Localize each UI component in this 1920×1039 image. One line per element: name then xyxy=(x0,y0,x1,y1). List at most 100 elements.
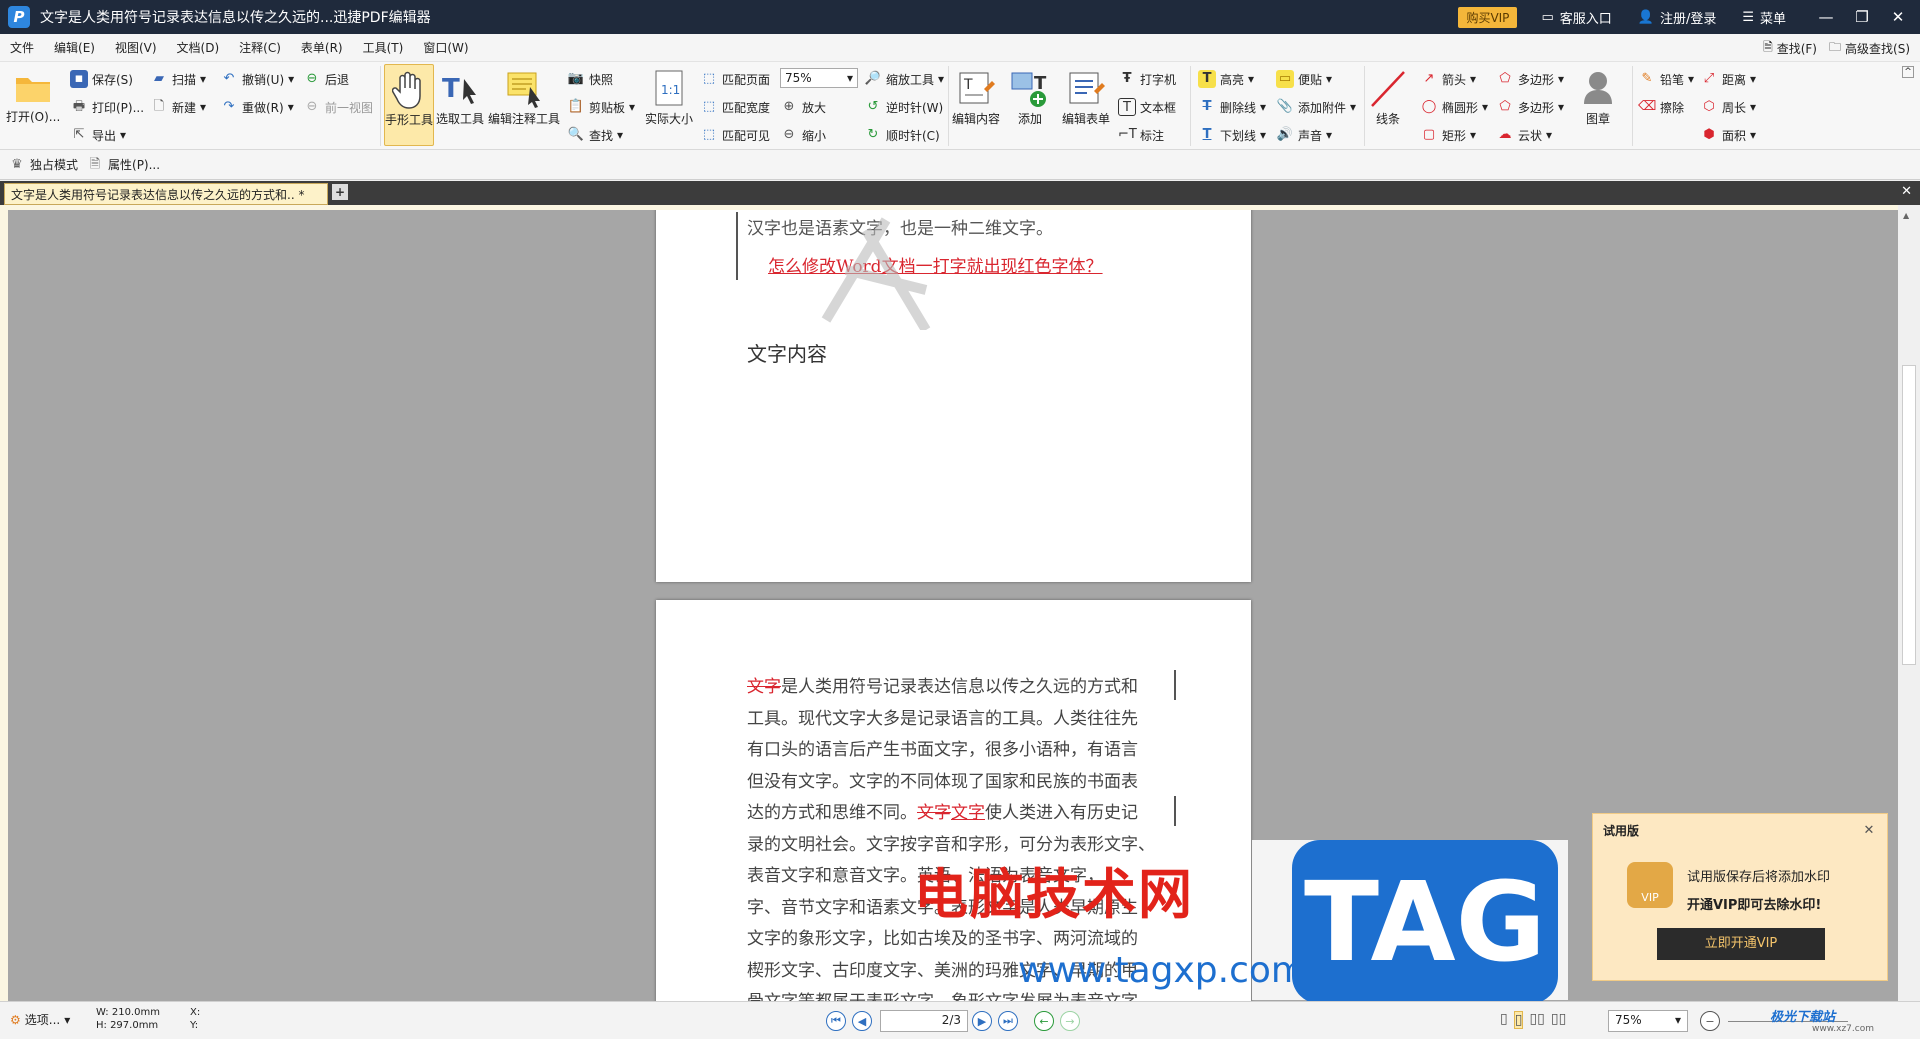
ellipse-tool-button[interactable]: ◯ 椭圆形 ▾ xyxy=(1420,98,1488,116)
add-content-icon: T xyxy=(1010,68,1050,110)
first-page-button[interactable]: ⏮ xyxy=(826,1011,846,1031)
advanced-find-button[interactable]: 🗀 高级查找(S) xyxy=(1829,38,1910,59)
new-button[interactable]: 🗋 新建 ▾ xyxy=(150,98,206,116)
fit-page-button[interactable]: ⬚ 匹配页面 xyxy=(700,70,770,88)
customer-service-link[interactable]: ▭ 客服入口 xyxy=(1541,8,1611,27)
strikeout-icon: T xyxy=(1202,99,1212,114)
export-button[interactable]: ⇱ 导出 ▾ xyxy=(70,126,127,144)
go-forward-button[interactable]: → xyxy=(1060,1011,1080,1031)
exclusive-mode-button[interactable]: ♛ 独占模式 xyxy=(8,156,78,174)
go-back-button[interactable]: ← xyxy=(1034,1011,1054,1031)
properties-icon: 🗎 xyxy=(89,156,101,172)
sticky-note-icon: ▭ xyxy=(1276,70,1294,88)
distance-button[interactable]: ⤢ 距离 ▾ xyxy=(1700,70,1756,88)
edit-form-button[interactable]: 编辑表单 xyxy=(1062,64,1110,127)
login-link[interactable]: 👤 注册/登录 xyxy=(1638,8,1717,27)
menu-form[interactable]: 表单(R) xyxy=(291,39,353,56)
rotate-ccw-button[interactable]: ↺ 逆时针(W) xyxy=(864,98,944,116)
facing-pages-icon[interactable]: ▯▯ xyxy=(1529,1011,1544,1029)
highlight-button[interactable]: T 高亮 ▾ xyxy=(1198,70,1254,88)
actual-size-button[interactable]: 1:1 实际大小 xyxy=(645,64,693,127)
open-vip-button[interactable]: 立即开通VIP xyxy=(1657,928,1825,960)
zoom-tool-button[interactable]: 🔎 缩放工具 ▾ xyxy=(864,70,944,88)
title-bar: P 文字是人类用符号记录表达信息以传之久远的...迅捷PDF编辑器 购买VIP … xyxy=(0,0,1920,34)
clipboard-button[interactable]: 📋 剪贴板 ▾ xyxy=(567,98,635,116)
cloud-tool-button[interactable]: ☁ 云状 ▾ xyxy=(1496,126,1553,144)
close-button[interactable]: ✕ xyxy=(1884,8,1912,26)
document-tab[interactable]: 文字是人类用符号记录表达信息以传之久远的方式和.. * xyxy=(4,183,328,205)
prev-page-button[interactable]: ◀ xyxy=(852,1011,872,1031)
arrow-tool-button[interactable]: ↗ 箭头 ▾ xyxy=(1420,70,1477,88)
fit-visible-button[interactable]: ⬚ 匹配可见 xyxy=(700,126,770,144)
maximize-button[interactable]: ❐ xyxy=(1848,8,1876,26)
scan-button[interactable]: ▰ 扫描 ▾ xyxy=(150,70,206,88)
save-button[interactable]: ▪ 保存(S) xyxy=(70,70,133,88)
buy-vip-button[interactable]: 购买VIP xyxy=(1458,6,1518,28)
page-number-input[interactable]: 2/3 xyxy=(880,1010,968,1032)
continuous-page-icon[interactable]: ▯ xyxy=(1513,1011,1524,1029)
rectangle-tool-button[interactable]: ▢ 矩形 ▾ xyxy=(1420,126,1476,144)
ribbon-collapse-button[interactable]: ^ xyxy=(1902,66,1914,78)
properties-button[interactable]: 🗎 属性(P)... xyxy=(86,156,160,174)
add-button[interactable]: T 添加 xyxy=(1010,64,1050,127)
zoom-select[interactable]: 75% ▾ xyxy=(780,68,858,88)
snapshot-button[interactable]: 📷 快照 xyxy=(567,70,613,88)
fit-width-button[interactable]: ⬚ 匹配宽度 xyxy=(700,98,770,116)
polyline-tool-button[interactable]: ⬠ 多边形 ▾ xyxy=(1496,98,1564,116)
single-page-icon[interactable]: ▯ xyxy=(1500,1011,1508,1029)
vertical-scrollbar[interactable]: ▲ xyxy=(1898,205,1920,1001)
typewriter-button[interactable]: Ŧ 打字机 xyxy=(1118,70,1176,88)
attach-file-button[interactable]: 📎 添加附件 ▾ xyxy=(1276,98,1356,116)
menu-comment[interactable]: 注释(C) xyxy=(229,39,291,56)
print-button[interactable]: 🖶 打印(P)... xyxy=(70,98,144,116)
menu-window[interactable]: 窗口(W) xyxy=(413,39,478,56)
zoom-out-button[interactable]: ⊖ 缩小 xyxy=(780,126,826,144)
open-button[interactable]: 打开(O)... xyxy=(6,62,60,125)
undo-button[interactable]: ↶ 撤销(U) ▾ xyxy=(220,70,295,88)
edit-annotation-tool-button[interactable]: 编辑注释工具 xyxy=(488,64,560,127)
popup-close-icon[interactable]: ✕ xyxy=(1859,820,1879,840)
eraser-button[interactable]: ⌫ 擦除 xyxy=(1638,98,1684,116)
scrollbar-thumb[interactable] xyxy=(1902,365,1916,665)
find-button[interactable]: 🗎 查找(F) xyxy=(1763,38,1817,59)
strikeout-button[interactable]: T 删除线 ▾ xyxy=(1198,98,1266,116)
search-button[interactable]: 🔍 查找 ▾ xyxy=(567,126,623,144)
stamp-button[interactable]: 图章 xyxy=(1578,64,1618,127)
new-tab-button[interactable]: + xyxy=(332,184,348,200)
minimize-button[interactable]: — xyxy=(1812,8,1840,26)
sticky-note-button[interactable]: ▭ 便贴 ▾ xyxy=(1276,70,1332,88)
redo-button[interactable]: ↷ 重做(R) ▾ xyxy=(220,98,294,116)
underline-button[interactable]: T 下划线 ▾ xyxy=(1198,126,1266,144)
menu-view[interactable]: 视图(V) xyxy=(105,39,167,56)
main-menu-button[interactable]: ☰ 菜单 xyxy=(1742,8,1786,27)
line-tool-button[interactable]: 线条 xyxy=(1368,64,1408,127)
polygon-tool-button[interactable]: ⬠ 多边形 ▾ xyxy=(1496,70,1564,88)
chevron-down-icon: ▾ xyxy=(64,1012,71,1027)
scroll-up-icon[interactable]: ▲ xyxy=(1903,211,1909,220)
hand-tool-button[interactable]: 手形工具 xyxy=(384,64,434,146)
sound-button[interactable]: 🔊 声音 ▾ xyxy=(1276,126,1332,144)
callout-button[interactable]: ⌐T 标注 xyxy=(1118,126,1164,144)
zoom-in-button[interactable]: ⊕ 放大 xyxy=(780,98,826,116)
next-page-button[interactable]: ▶ xyxy=(972,1011,992,1031)
highlight-icon: T xyxy=(1198,70,1216,88)
menu-document[interactable]: 文档(D) xyxy=(167,39,230,56)
close-tab-button[interactable]: ✕ xyxy=(1901,184,1912,199)
textbox-button[interactable]: T 文本框 xyxy=(1118,98,1176,116)
menu-tools[interactable]: 工具(T) xyxy=(353,39,414,56)
pencil-button[interactable]: ✎ 铅笔 ▾ xyxy=(1638,70,1695,88)
previous-view-button[interactable]: ⊖ 前一视图 xyxy=(303,98,373,116)
back-button[interactable]: ⊖ 后退 xyxy=(303,70,349,88)
area-button[interactable]: ⬢ 面积 ▾ xyxy=(1700,126,1756,144)
last-page-button[interactable]: ⏭ xyxy=(998,1011,1018,1031)
perimeter-button[interactable]: ⬡ 周长 ▾ xyxy=(1700,98,1756,116)
select-tool-button[interactable]: T 选取工具 xyxy=(436,64,484,127)
menu-edit[interactable]: 编辑(E) xyxy=(44,39,105,56)
options-button[interactable]: ⚙ 选项... ▾ xyxy=(10,1011,70,1028)
rotate-cw-button[interactable]: ↻ 顺时针(C) xyxy=(864,126,940,144)
edit-content-button[interactable]: T 编辑内容 xyxy=(952,64,1000,127)
status-zoom-select[interactable]: 75% ▾ xyxy=(1608,1010,1688,1032)
menu-file[interactable]: 文件 xyxy=(0,39,44,56)
continuous-facing-icon[interactable]: ▯▯ xyxy=(1551,1011,1566,1029)
status-zoom-out-button[interactable]: − xyxy=(1700,1011,1720,1031)
